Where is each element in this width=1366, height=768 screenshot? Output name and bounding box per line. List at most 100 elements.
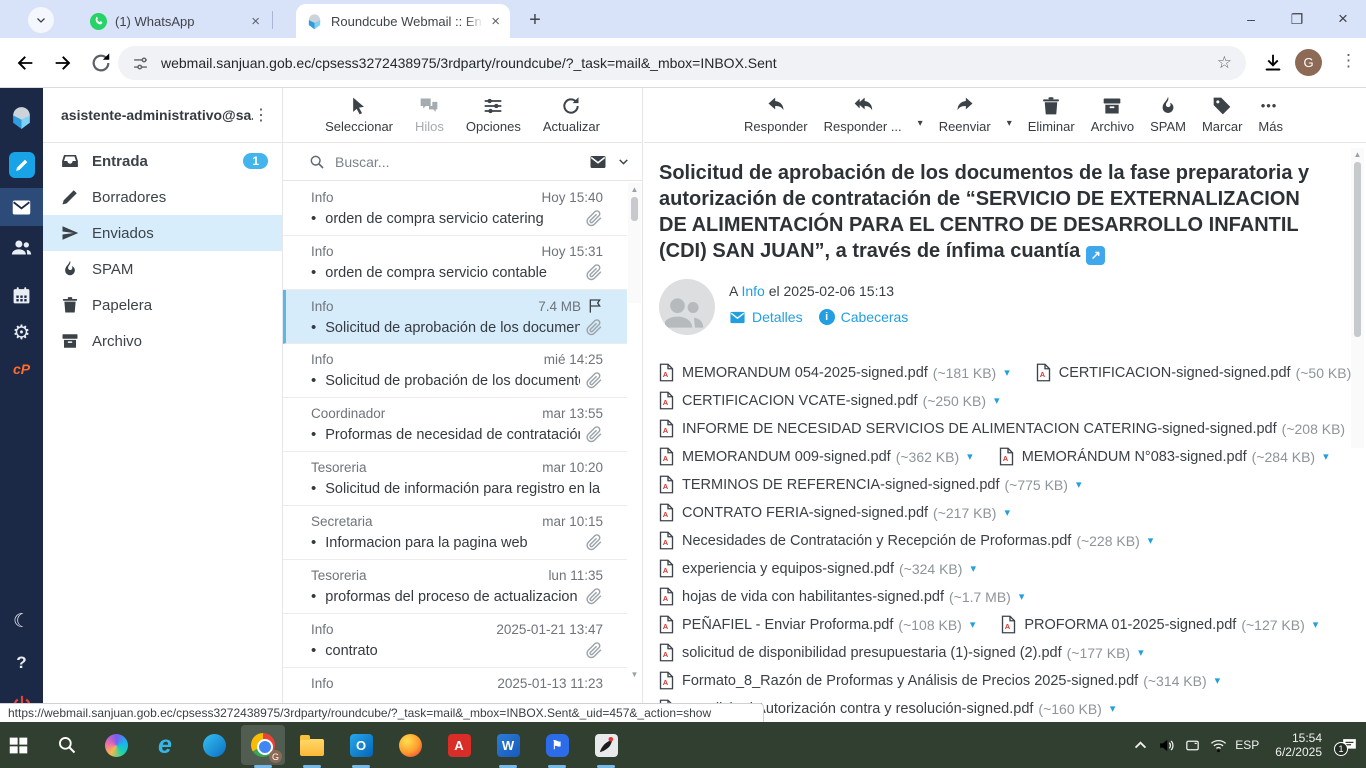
attachment-menu-caret-icon[interactable]: ▾ — [994, 394, 1000, 407]
attachment-item[interactable]: TERMINOS DE REFERENCIA-signed-signed.pdf… — [659, 475, 1081, 494]
folder-entrada[interactable]: Entrada 1 — [43, 143, 282, 179]
taskbar-acrobat-icon[interactable]: A — [437, 725, 481, 765]
attachment-item[interactable]: PEÑAFIEL - Enviar Proforma.pdf (~108 KB)… — [659, 615, 975, 634]
device-icon[interactable] — [1179, 737, 1205, 754]
message-list-item[interactable]: Coordinador mar 13:55 • Proformas de nec… — [283, 398, 627, 452]
list-scrollbar-down[interactable]: ▼ — [628, 668, 641, 684]
start-button[interactable] — [0, 725, 40, 765]
message-list-item[interactable]: Secretaria mar 10:15 • Informacion para … — [283, 506, 627, 560]
tray-chevron-up-icon[interactable] — [1127, 737, 1153, 754]
attachment-item[interactable]: MEMORANDUM 054-2025-signed.pdf (~181 KB)… — [659, 363, 1010, 382]
message-list-item[interactable]: Tesoreria lun 11:35 • proformas del proc… — [283, 560, 627, 614]
open-in-new-window-icon[interactable]: ↗ — [1086, 245, 1106, 265]
delete-button[interactable]: Eliminar — [1028, 96, 1075, 134]
select-button[interactable]: Seleccionar — [325, 96, 393, 134]
browser-menu-icon[interactable]: ⋮ — [1340, 51, 1358, 71]
site-settings-icon[interactable] — [132, 55, 149, 72]
taskbar-flag-app-icon[interactable]: ⚑ — [535, 725, 579, 765]
message-list-item[interactable]: Info 7.4 MB • Solicitud de aprobación de… — [283, 290, 627, 344]
volume-icon[interactable] — [1153, 737, 1179, 754]
close-tab-icon[interactable]: × — [491, 14, 500, 29]
forward-button[interactable]: Reenviar — [939, 96, 991, 134]
compose-button[interactable] — [0, 146, 43, 184]
contacts-nav-icon[interactable] — [0, 228, 43, 266]
taskbar-java-icon[interactable] — [584, 725, 628, 765]
message-list-item[interactable]: Info Hoy 15:40 • orden de compra servici… — [283, 182, 627, 236]
message-list-item[interactable]: Tesoreria mar 10:20 • Solicitud de infor… — [283, 452, 627, 506]
browser-profile-avatar[interactable]: G — [1295, 49, 1322, 76]
minimize-icon[interactable]: – — [1228, 11, 1274, 27]
taskbar-firefox-icon[interactable] — [388, 725, 432, 765]
attachment-item[interactable]: experiencia y equipos-signed.pdf (~324 K… — [659, 559, 976, 578]
folder-enviados[interactable]: Enviados — [43, 215, 282, 251]
taskbar-clock[interactable]: 15:54 6/2/2025 — [1275, 731, 1322, 759]
keyboard-language[interactable]: ESP — [1235, 738, 1259, 752]
attachment-menu-caret-icon[interactable]: ▾ — [1323, 450, 1329, 463]
tab-whatsapp[interactable]: (1) WhatsApp × — [80, 4, 270, 38]
attachment-item[interactable]: CERTIFICACION VCATE-signed.pdf (~250 KB)… — [659, 391, 1000, 410]
folder-archivo[interactable]: Archivo — [43, 323, 282, 359]
cpanel-icon[interactable]: cP — [0, 350, 43, 388]
settings-gear-icon[interactable]: ⚙ — [0, 313, 43, 351]
reader-scrollbar[interactable]: ▲ — [1351, 148, 1364, 448]
threads-button[interactable]: Hilos — [415, 96, 444, 134]
forward-caret-icon[interactable]: ▾ — [1007, 118, 1012, 129]
reload-icon[interactable] — [90, 52, 112, 74]
taskbar-search-icon[interactable] — [45, 725, 89, 765]
maximize-icon[interactable]: ❐ — [1274, 11, 1320, 28]
attachment-item[interactable]: CONTRATO FERIA-signed-signed.pdf (~217 K… — [659, 503, 1010, 522]
attachment-menu-caret-icon[interactable]: ▾ — [1313, 618, 1319, 631]
refresh-button[interactable]: Actualizar — [543, 96, 600, 134]
folder-spam[interactable]: SPAM — [43, 251, 282, 287]
attachment-item[interactable]: Necesidades de Contratación y Recepción … — [659, 531, 1153, 550]
search-options-chevron-icon[interactable] — [617, 155, 630, 168]
reply-all-button[interactable]: Responder ... — [824, 96, 902, 134]
mark-button[interactable]: Marcar — [1202, 96, 1242, 134]
folder-papelera[interactable]: Papelera — [43, 287, 282, 323]
taskbar-chrome-icon[interactable]: G — [241, 725, 285, 765]
attachment-menu-caret-icon[interactable]: ▾ — [970, 618, 976, 631]
search-input[interactable] — [335, 153, 579, 170]
recipient-link[interactable]: Info — [741, 283, 764, 299]
taskbar-word-icon[interactable]: W — [486, 725, 530, 765]
message-list-item[interactable]: Info 2025-01-21 13:47 • contrato — [283, 614, 627, 668]
forward-icon[interactable] — [52, 52, 74, 74]
options-button[interactable]: Opciones — [466, 96, 521, 134]
attachment-item[interactable]: solicitud de disponibilidad presupuestar… — [659, 643, 1144, 662]
account-menu-icon[interactable]: ⋮ — [253, 105, 270, 125]
new-tab-button[interactable]: + — [522, 7, 548, 33]
taskbar-explorer-icon[interactable] — [290, 725, 334, 765]
reply-all-caret-icon[interactable]: ▾ — [918, 118, 923, 129]
list-scrollbar[interactable]: ▲ — [628, 183, 641, 303]
attachment-menu-caret-icon[interactable]: ▾ — [1076, 478, 1082, 491]
folder-borradores[interactable]: Borradores — [43, 179, 282, 215]
taskbar-outlook-icon[interactable]: O — [339, 725, 383, 765]
flag-icon[interactable] — [587, 298, 603, 314]
attachment-menu-caret-icon[interactable]: ▾ — [1019, 590, 1025, 603]
reply-button[interactable]: Responder — [744, 96, 808, 134]
address-bar[interactable]: webmail.sanjuan.gob.ec/cpsess3272438975/… — [118, 46, 1246, 80]
attachment-menu-caret-icon[interactable]: ▾ — [1215, 674, 1221, 687]
archive-button[interactable]: Archivo — [1091, 96, 1134, 134]
attachment-menu-caret-icon[interactable]: ▾ — [1138, 646, 1144, 659]
search-scope-mail-icon[interactable] — [589, 153, 607, 171]
wifi-icon[interactable] — [1205, 737, 1231, 754]
downloads-icon[interactable] — [1262, 52, 1284, 74]
dark-mode-icon[interactable]: ☾ — [0, 602, 43, 640]
taskbar-edge-icon[interactable] — [192, 725, 236, 765]
taskbar-copilot-icon[interactable] — [94, 725, 138, 765]
attachment-menu-caret-icon[interactable]: ▾ — [970, 562, 976, 575]
attachment-menu-caret-icon[interactable]: ▾ — [1004, 366, 1010, 379]
attachment-menu-caret-icon[interactable]: ▾ — [1148, 534, 1154, 547]
attachment-item[interactable]: Formato_8_Razón de Proformas y Análisis … — [659, 671, 1220, 690]
roundcube-logo-icon[interactable] — [0, 98, 43, 136]
attachment-item[interactable]: PROFORMA 01-2025-signed.pdf (~127 KB) ▾ — [1001, 615, 1318, 634]
close-tab-icon[interactable]: × — [251, 14, 260, 29]
taskbar-ie-icon[interactable]: e — [143, 725, 187, 765]
mail-nav-icon[interactable] — [0, 188, 43, 226]
attachment-menu-caret-icon[interactable]: ▾ — [967, 450, 973, 463]
attachment-item[interactable]: MEMORANDUM 009-signed.pdf (~362 KB) ▾ — [659, 447, 973, 466]
attachment-menu-caret-icon[interactable]: ▾ — [1110, 702, 1116, 715]
attachment-item[interactable]: hojas de vida con habilitantes-signed.pd… — [659, 587, 1024, 606]
message-list-item[interactable]: Info Hoy 15:31 • orden de compra servici… — [283, 236, 627, 290]
